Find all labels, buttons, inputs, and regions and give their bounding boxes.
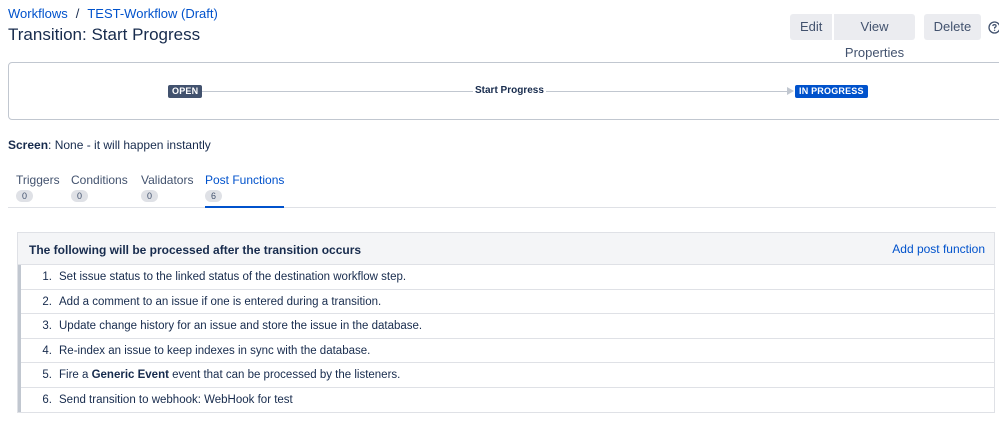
add-post-function-link[interactable]: Add post function bbox=[892, 242, 985, 256]
tab-count-badge: 0 bbox=[71, 190, 88, 202]
edit-button[interactable]: Edit bbox=[790, 14, 833, 40]
status-lozenge-in-progress: IN PROGRESS bbox=[795, 85, 868, 98]
post-functions-title: The following will be processed after th… bbox=[29, 243, 362, 257]
row-number: 2. bbox=[42, 295, 52, 308]
post-functions-panel: The following will be processed after th… bbox=[17, 232, 995, 413]
row-text-pre: Fire a bbox=[59, 369, 92, 382]
transition-line-left bbox=[202, 91, 473, 92]
view-properties-button[interactable]: View Properties bbox=[834, 14, 915, 60]
row-text: Set issue status to the linked status of… bbox=[59, 271, 407, 283]
row-text: Fire a Generic Event event that can be p… bbox=[59, 363, 400, 387]
edit-button-group: Edit View Properties bbox=[790, 14, 915, 60]
tab-label: Triggers bbox=[16, 173, 60, 187]
post-function-row[interactable]: 6. Send transition to webhook: WebHook f… bbox=[18, 388, 994, 413]
post-function-row[interactable]: 5. Fire a Generic Event event that can b… bbox=[18, 363, 994, 388]
breadcrumb-separator: / bbox=[75, 6, 80, 21]
delete-button[interactable]: Delete bbox=[923, 14, 982, 40]
breadcrumb-workflows-link[interactable]: Workflows bbox=[8, 6, 68, 21]
post-function-row[interactable]: 1. Set issue status to the linked status… bbox=[18, 265, 994, 290]
transition-diagram: OPEN Start Progress IN PROGRESS bbox=[8, 62, 999, 120]
tab-count-badge: 6 bbox=[205, 190, 222, 202]
breadcrumb-workflow-link[interactable]: TEST-Workflow (Draft) bbox=[87, 6, 218, 21]
post-function-row[interactable]: 4. Re-index an issue to keep indexes in … bbox=[18, 339, 994, 364]
screen-label: Screen bbox=[8, 138, 49, 152]
event-name: Generic Event bbox=[91, 369, 169, 382]
tab-triggers[interactable]: Triggers 0 bbox=[16, 173, 60, 202]
tab-count-badge: 0 bbox=[141, 190, 158, 202]
tab-count-badge: 0 bbox=[16, 190, 33, 202]
tab-label: Post Functions bbox=[205, 173, 285, 187]
arrow-head-icon bbox=[787, 87, 794, 95]
help-icon[interactable] bbox=[988, 20, 999, 34]
row-number: 4. bbox=[42, 344, 52, 357]
row-number: 5. bbox=[42, 369, 52, 382]
post-function-row[interactable]: 2. Add a comment to an issue if one is e… bbox=[18, 290, 994, 315]
tab-conditions[interactable]: Conditions 0 bbox=[71, 173, 128, 202]
row-text: Update change history for an issue and s… bbox=[59, 320, 423, 333]
row-number: 6. bbox=[42, 393, 52, 406]
tab-label: Validators bbox=[141, 173, 194, 187]
tab-validators[interactable]: Validators 0 bbox=[141, 173, 193, 202]
row-text: Re-index an issue to keep indexes in syn… bbox=[59, 344, 371, 357]
tab-post-functions[interactable]: Post Functions 6 bbox=[205, 173, 285, 208]
row-number: 1. bbox=[42, 271, 52, 283]
tab-label: Conditions bbox=[71, 173, 128, 187]
transition-line-right bbox=[542, 91, 788, 92]
row-text-post: event that can be processed by the liste… bbox=[168, 369, 401, 382]
transition-name-label: Start Progress bbox=[473, 85, 546, 96]
transition-tabs: Triggers 0 Conditions 0 Validators 0 Pos… bbox=[8, 173, 996, 208]
row-text: Add a comment to an issue if one is ente… bbox=[59, 295, 382, 308]
row-text: Send transition to webhook: WebHook for … bbox=[59, 393, 293, 406]
breadcrumb: Workflows / TEST-Workflow (Draft) bbox=[8, 6, 218, 21]
status-lozenge-open: OPEN bbox=[168, 85, 203, 98]
screen-info: Screen: None - it will happen instantly bbox=[8, 138, 211, 152]
screen-value: : None - it will happen instantly bbox=[48, 138, 211, 152]
post-functions-header: The following will be processed after th… bbox=[18, 233, 994, 265]
row-number: 3. bbox=[42, 320, 52, 333]
header-actions: Edit View Properties Delete bbox=[790, 14, 999, 60]
page-title: Transition: Start Progress bbox=[8, 25, 201, 44]
post-function-row[interactable]: 3. Update change history for an issue an… bbox=[18, 314, 994, 339]
post-functions-list: 1. Set issue status to the linked status… bbox=[18, 265, 994, 413]
